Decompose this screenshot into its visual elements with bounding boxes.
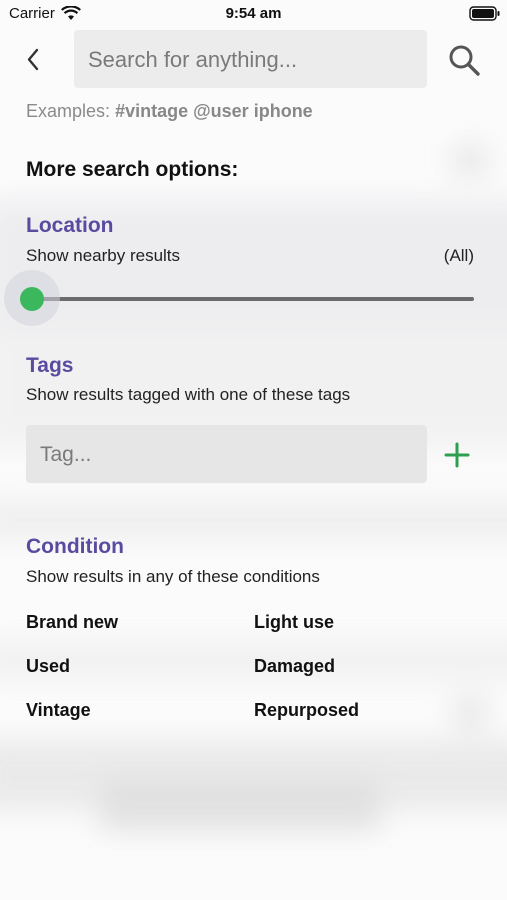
condition-vintage[interactable]: Vintage <box>26 700 91 721</box>
example-hashtag: #vintage <box>115 101 189 121</box>
search-header <box>0 28 507 94</box>
tags-subtitle: Show results tagged with one of these ta… <box>26 385 351 404</box>
examples-label: Examples: <box>26 101 111 121</box>
tag-box <box>26 425 427 485</box>
search-input[interactable] <box>86 30 420 90</box>
condition-title: Condition <box>26 535 124 558</box>
slider-thumb[interactable] <box>20 287 44 311</box>
tags-title: Tags <box>26 354 74 377</box>
back-button[interactable] <box>22 46 54 74</box>
condition-repurposed[interactable]: Repurposed <box>254 700 359 721</box>
search-examples: Examples: #vintage @user iphone <box>26 101 313 122</box>
condition-used[interactable]: Used <box>26 656 70 677</box>
chevron-left-icon <box>27 48 39 71</box>
condition-subtitle: Show results in any of these conditions <box>26 567 320 586</box>
location-value: (All) <box>443 246 474 265</box>
condition-brand-new[interactable]: Brand new <box>26 612 118 633</box>
example-user: @user <box>193 101 249 121</box>
status-time: 9:54 am <box>225 5 282 22</box>
search-icon[interactable] <box>446 42 482 78</box>
status-bar: Carrier 9:54 am <box>0 0 507 28</box>
condition-light-use[interactable]: Light use <box>254 612 334 633</box>
more-options-title: More search options: <box>26 158 239 181</box>
condition-damaged[interactable]: Damaged <box>254 656 335 677</box>
location-subtitle: Show nearby results <box>26 246 181 265</box>
example-keyword: iphone <box>253 101 313 121</box>
search-box <box>74 30 427 90</box>
slider-track <box>31 297 474 301</box>
battery-icon <box>469 6 500 21</box>
location-title: Location <box>26 214 114 237</box>
location-slider[interactable] <box>4 270 480 328</box>
plus-icon[interactable] <box>442 440 472 470</box>
tag-input[interactable] <box>38 425 422 485</box>
